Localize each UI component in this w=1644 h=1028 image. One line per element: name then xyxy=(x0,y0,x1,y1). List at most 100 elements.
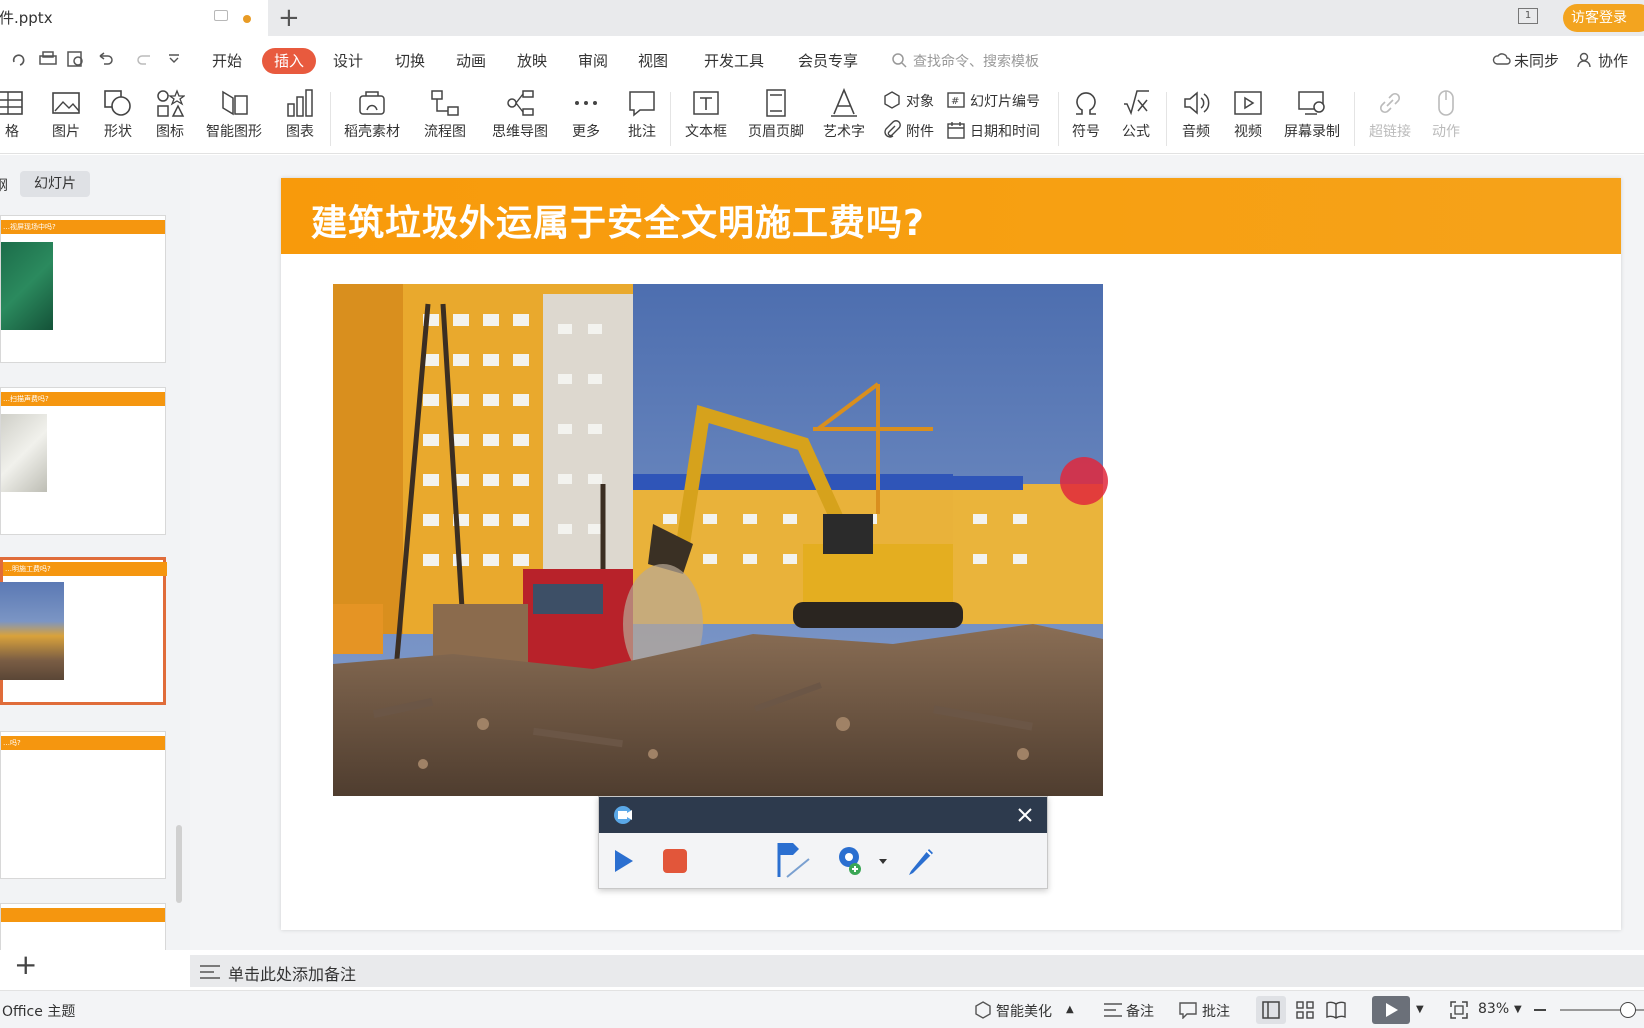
wordart-label: 艺术字 xyxy=(823,124,865,140)
menu-item-member[interactable]: 会员专享 xyxy=(798,51,858,71)
customize-quick-access-icon[interactable] xyxy=(168,54,180,64)
stop-icon[interactable] xyxy=(663,849,687,873)
normal-view-button[interactable] xyxy=(1256,996,1286,1024)
video-button[interactable]: 视频 xyxy=(1226,88,1270,141)
theme-name[interactable]: Office 主题 xyxy=(2,1001,75,1021)
undo-icon[interactable] xyxy=(96,50,122,68)
collaborate-icon[interactable] xyxy=(1576,51,1594,69)
play-icon[interactable] xyxy=(613,848,635,874)
more-button[interactable]: 更多 xyxy=(564,88,608,141)
tab-slides[interactable]: 幻灯片 xyxy=(20,171,90,197)
chart-label: 图表 xyxy=(286,124,314,140)
comment-button[interactable]: 批注 xyxy=(622,88,662,141)
construction-site-photo[interactable] xyxy=(333,284,1103,796)
menu-item-animation[interactable]: 动画 xyxy=(456,51,486,71)
cloud-sync-icon[interactable] xyxy=(1492,51,1512,67)
menu-item-transition[interactable]: 切换 xyxy=(395,51,425,71)
notes-placeholder[interactable]: 单击此处添加备注 xyxy=(228,961,356,985)
print-preview-icon[interactable] xyxy=(66,50,86,68)
action-button[interactable]: 动作 xyxy=(1426,88,1466,141)
hyperlink-button[interactable]: 超链接 xyxy=(1362,88,1418,141)
picture-button[interactable]: 图片 xyxy=(44,88,88,141)
menu-item-slideshow[interactable]: 放映 xyxy=(517,51,547,71)
slide-thumbnail-3[interactable]: …明施工费吗? xyxy=(0,557,167,705)
wordart-button[interactable]: 艺术字 xyxy=(816,88,872,141)
screen-record-button[interactable]: 屏幕录制 xyxy=(1280,88,1344,141)
print-icon[interactable] xyxy=(38,50,58,68)
docer-material-button[interactable]: 稻壳素材 xyxy=(340,88,404,141)
shape-button[interactable]: 形状 xyxy=(96,88,140,141)
collaborate-button[interactable]: 协作 xyxy=(1598,51,1628,71)
comment-toggle-button[interactable]: 批注 xyxy=(1202,1001,1230,1021)
icon-button[interactable]: 图标 xyxy=(148,88,192,141)
menu-item-review[interactable]: 审阅 xyxy=(578,51,608,71)
pointer-tool-icon[interactable] xyxy=(777,841,813,881)
slideshow-options-chevron-icon[interactable]: ▼ xyxy=(1416,1004,1424,1015)
zoom-out-button[interactable] xyxy=(1534,1009,1546,1011)
slide-thumbnail-1[interactable]: …视屏现场中吗? xyxy=(0,215,166,363)
symbol-label: 符号 xyxy=(1072,124,1100,140)
menu-item-home[interactable]: 开始 xyxy=(212,51,242,71)
zoom-options-chevron-icon[interactable]: ▼ xyxy=(1514,1004,1522,1015)
tab-outline[interactable]: 纲 xyxy=(0,175,8,195)
mindmap-button[interactable]: 思维导图 xyxy=(484,88,556,141)
pen-icon[interactable] xyxy=(905,845,937,877)
menu-item-developer[interactable]: 开发工具 xyxy=(704,51,764,71)
slide-title[interactable]: 建筑垃圾外运属于安全文明施工费吗? xyxy=(311,194,925,246)
sync-status[interactable]: 未同步 xyxy=(1514,51,1559,71)
datetime-icon xyxy=(947,122,965,139)
header-footer-button[interactable]: 页眉页脚 xyxy=(744,88,808,141)
ribbon-separator xyxy=(1058,92,1059,146)
fit-window-icon[interactable] xyxy=(1450,1001,1468,1019)
zoom-slider-handle[interactable] xyxy=(1620,1002,1636,1018)
laser-pointer-cursor xyxy=(1060,457,1108,505)
menu-item-insert[interactable]: 插入 xyxy=(262,48,317,74)
thumbnail-title: …吗? xyxy=(1,736,165,750)
object-icon xyxy=(884,91,900,109)
new-tab-button[interactable]: + xyxy=(278,4,300,32)
webcam-add-icon[interactable] xyxy=(835,845,865,877)
slide-thumbnail-2[interactable]: …扫描声费吗? xyxy=(0,387,166,535)
notes-bar[interactable]: 单击此处添加备注 xyxy=(190,955,1644,987)
symbol-button[interactable]: 符号 xyxy=(1064,88,1108,141)
picture-label: 图片 xyxy=(52,124,80,140)
zoom-level[interactable]: 83% xyxy=(1478,1001,1509,1017)
flowchart-button[interactable]: 流程图 xyxy=(414,88,476,141)
reading-view-icon[interactable] xyxy=(1326,1001,1346,1019)
slide-number-button[interactable]: 幻灯片编号 xyxy=(970,91,1040,111)
table-button[interactable]: 格 xyxy=(0,88,24,141)
chevron-up-icon[interactable]: ▲ xyxy=(1066,1004,1074,1015)
slide-thumbnail-5[interactable] xyxy=(0,903,166,950)
ribbon-separator xyxy=(1354,92,1355,146)
chevron-down-icon[interactable] xyxy=(879,859,887,865)
menu-item-view[interactable]: 视图 xyxy=(638,51,668,71)
login-button[interactable]: 访客登录 xyxy=(1563,4,1644,32)
textbox-button[interactable]: 文本框 xyxy=(678,88,734,141)
screen-recorder-toolbar[interactable] xyxy=(598,796,1048,889)
notes-toggle-button[interactable]: 备注 xyxy=(1126,1001,1154,1021)
add-slide-button[interactable]: + xyxy=(14,948,37,981)
smart-beautify-button[interactable]: 智能美化 xyxy=(996,1001,1052,1021)
play-slideshow-button[interactable] xyxy=(1372,996,1410,1024)
audio-button[interactable]: 音频 xyxy=(1174,88,1218,141)
window-count-icon[interactable]: 1 xyxy=(1518,8,1538,24)
more-label: 更多 xyxy=(572,124,600,140)
title-bar: 课件.pptx + 1 访客登录 xyxy=(0,0,1644,36)
formula-button[interactable]: 公式 xyxy=(1114,88,1158,141)
slide-thumbnail-4[interactable]: …吗? xyxy=(0,731,166,879)
status-bar: Office 主题 智能美化 ▲ 备注 批注 ▼ 83% ▼ xyxy=(0,990,1644,1028)
attachment-button[interactable]: 附件 xyxy=(906,121,934,141)
close-icon[interactable] xyxy=(1017,807,1033,823)
menu-item-design[interactable]: 设计 xyxy=(333,51,363,71)
redo-disabled-icon[interactable] xyxy=(134,50,156,68)
redo-icon[interactable] xyxy=(10,50,28,68)
datetime-button[interactable]: 日期和时间 xyxy=(970,121,1040,141)
smartart-button[interactable]: 智能图形 xyxy=(198,88,270,141)
screen-record-label: 屏幕录制 xyxy=(1284,124,1340,140)
sidebar-scrollbar[interactable] xyxy=(176,825,182,903)
object-button[interactable]: 对象 xyxy=(906,91,934,111)
chart-button[interactable]: 图表 xyxy=(280,88,320,141)
slide-sorter-icon[interactable] xyxy=(1296,1001,1314,1019)
document-tab[interactable]: 课件.pptx xyxy=(0,0,268,36)
command-search-input[interactable]: 查找命令、搜索模板 xyxy=(913,51,1039,71)
